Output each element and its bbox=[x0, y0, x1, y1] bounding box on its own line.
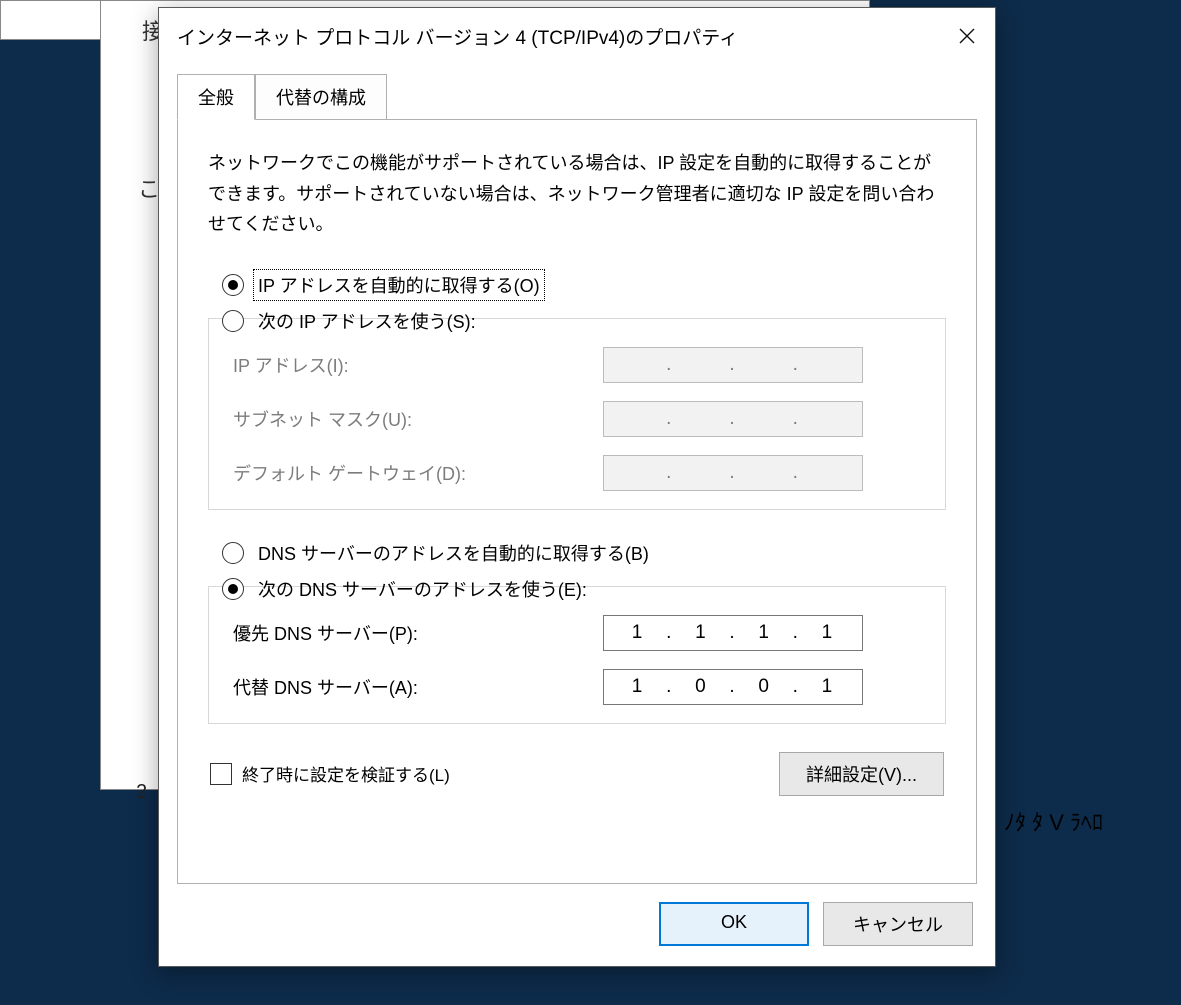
dialog-buttons: OK キャンセル bbox=[159, 884, 995, 966]
radio-ip-auto[interactable]: IP アドレスを自動的に取得する(O) bbox=[208, 270, 946, 300]
dialog-title: インターネット プロトコル バージョン 4 (TCP/IPv4)のプロパティ bbox=[177, 23, 939, 50]
ip-address-label: IP アドレス(I): bbox=[233, 352, 603, 378]
radio-icon bbox=[222, 578, 244, 600]
radio-ip-auto-label: IP アドレスを自動的に取得する(O) bbox=[254, 270, 544, 300]
field-ip-address: IP アドレス(I): . . . bbox=[233, 347, 921, 383]
dns-alternate-label: 代替 DNS サーバー(A): bbox=[233, 674, 603, 700]
field-dns-preferred: 優先 DNS サーバー(P): 1. 1. 1. 1 bbox=[233, 615, 921, 651]
radio-icon bbox=[222, 310, 244, 332]
dns-fields-group: 優先 DNS サーバー(P): 1. 1. 1. 1 代替 DNS サーバー(A… bbox=[208, 586, 946, 724]
ipv4-properties-dialog: インターネット プロトコル バージョン 4 (TCP/IPv4)のプロパティ 全… bbox=[158, 7, 996, 967]
ok-button[interactable]: OK bbox=[659, 902, 809, 946]
field-dns-alternate: 代替 DNS サーバー(A): 1. 0. 0. 1 bbox=[233, 669, 921, 705]
subnet-input: . . . bbox=[603, 401, 863, 437]
bg-partial-label: こ bbox=[138, 172, 160, 204]
radio-dns-auto[interactable]: DNS サーバーのアドレスを自動的に取得する(B) bbox=[208, 538, 946, 568]
dns-preferred-input[interactable]: 1. 1. 1. 1 bbox=[603, 615, 863, 651]
checkbox-icon bbox=[210, 763, 232, 785]
radio-ip-manual-label: 次の IP アドレスを使う(S): bbox=[254, 306, 480, 336]
validate-on-exit-checkbox[interactable]: 終了時に設定を検証する(L) bbox=[210, 761, 450, 786]
radio-dns-auto-label: DNS サーバーのアドレスを自動的に取得する(B) bbox=[254, 538, 653, 568]
field-subnet: サブネット マスク(U): . . . bbox=[233, 401, 921, 437]
bg-number: 2 bbox=[136, 781, 147, 804]
gateway-label: デフォルト ゲートウェイ(D): bbox=[233, 460, 603, 486]
radio-icon bbox=[222, 274, 244, 296]
dns-alternate-input[interactable]: 1. 0. 0. 1 bbox=[603, 669, 863, 705]
radio-icon bbox=[222, 542, 244, 564]
advanced-button[interactable]: 詳細設定(V)... bbox=[779, 752, 944, 796]
radio-dns-manual-label: 次の DNS サーバーのアドレスを使う(E): bbox=[254, 574, 591, 604]
tab-alternate[interactable]: 代替の構成 bbox=[255, 74, 387, 120]
close-icon bbox=[959, 28, 975, 44]
gateway-input: . . . bbox=[603, 455, 863, 491]
cancel-button[interactable]: キャンセル bbox=[823, 902, 973, 946]
footer-row: 終了時に設定を検証する(L) 詳細設定(V)... bbox=[208, 752, 946, 796]
dns-preferred-label: 優先 DNS サーバー(P): bbox=[233, 620, 603, 646]
titlebar: インターネット プロトコル バージョン 4 (TCP/IPv4)のプロパティ bbox=[159, 8, 995, 64]
ip-address-input: . . . bbox=[603, 347, 863, 383]
bg-right-text: ﾉﾀ ﾀ V ﾗﾍﾛ bbox=[1004, 805, 1103, 837]
tab-general[interactable]: 全般 bbox=[177, 74, 255, 120]
field-gateway: デフォルト ゲートウェイ(D): . . . bbox=[233, 455, 921, 491]
tabstrip: 全般 代替の構成 bbox=[177, 74, 977, 120]
subnet-label: サブネット マスク(U): bbox=[233, 406, 603, 432]
description-text: ネットワークでこの機能がサポートされている場合は、IP 設定を自動的に取得するこ… bbox=[208, 148, 946, 240]
tab-panel-general: ネットワークでこの機能がサポートされている場合は、IP 設定を自動的に取得するこ… bbox=[177, 119, 977, 884]
ip-fields-group: IP アドレス(I): . . . サブネット マスク(U): . . . bbox=[208, 318, 946, 510]
validate-on-exit-label: 終了時に設定を検証する(L) bbox=[242, 761, 450, 786]
close-button[interactable] bbox=[939, 16, 995, 56]
